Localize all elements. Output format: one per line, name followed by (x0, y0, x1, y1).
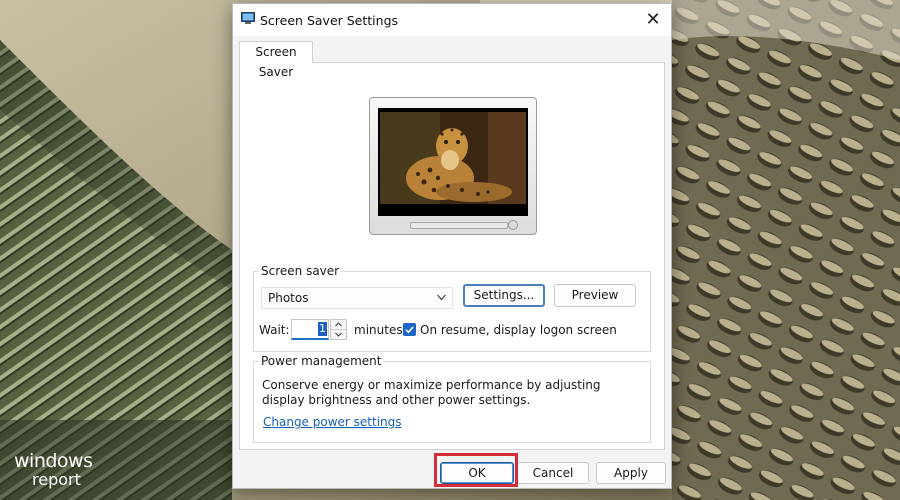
title-bar[interactable]: Screen Saver Settings ✕ (233, 4, 671, 36)
change-power-settings-link[interactable]: Change power settings (263, 415, 402, 429)
monitor-bezel-bar (410, 222, 508, 229)
logo-line-report: report (32, 470, 81, 489)
power-management-group-label: Power management (259, 354, 384, 368)
windows-report-logo: windows report (14, 450, 93, 489)
power-management-description: Conserve energy or maximize performance … (262, 378, 601, 407)
logo-line-windows: windows (14, 450, 93, 472)
monitor-power-led (508, 220, 518, 230)
monitor-preview (369, 97, 537, 235)
wait-minutes-input[interactable]: 1 (291, 319, 329, 340)
settings-button[interactable]: Settings... (463, 284, 545, 307)
wait-minutes-stepper[interactable] (330, 319, 347, 340)
ok-highlight-box (434, 453, 518, 487)
cancel-button[interactable]: Cancel (517, 462, 589, 484)
spin-down-icon[interactable] (331, 330, 346, 339)
close-icon[interactable]: ✕ (643, 10, 663, 30)
wait-minutes-value: 1 (318, 322, 327, 336)
resume-logon-checkbox[interactable] (403, 323, 416, 336)
wait-label: Wait: (259, 323, 290, 337)
screen-saver-selected-value: Photos (268, 291, 309, 305)
resume-logon-label: On resume, display logon screen (420, 323, 617, 337)
leopard-photo (378, 108, 528, 216)
screen-saver-select[interactable]: Photos (261, 287, 453, 309)
preview-button[interactable]: Preview (554, 284, 636, 307)
spin-up-icon[interactable] (331, 320, 346, 330)
dialog-title: Screen Saver Settings (260, 13, 399, 28)
minutes-label: minutes (354, 323, 403, 337)
checkmark-icon (405, 326, 414, 334)
tab-screen-saver[interactable]: Screen Saver (239, 41, 313, 79)
screen-saver-settings-dialog: Screen Saver Settings ✕ Screen Saver Scr… (232, 3, 672, 489)
apply-button[interactable]: Apply (596, 462, 666, 484)
chevron-down-icon (437, 294, 446, 301)
screen-saver-app-icon (241, 12, 255, 24)
preview-screen (378, 108, 528, 216)
screen-saver-group-label: Screen saver (259, 264, 342, 278)
